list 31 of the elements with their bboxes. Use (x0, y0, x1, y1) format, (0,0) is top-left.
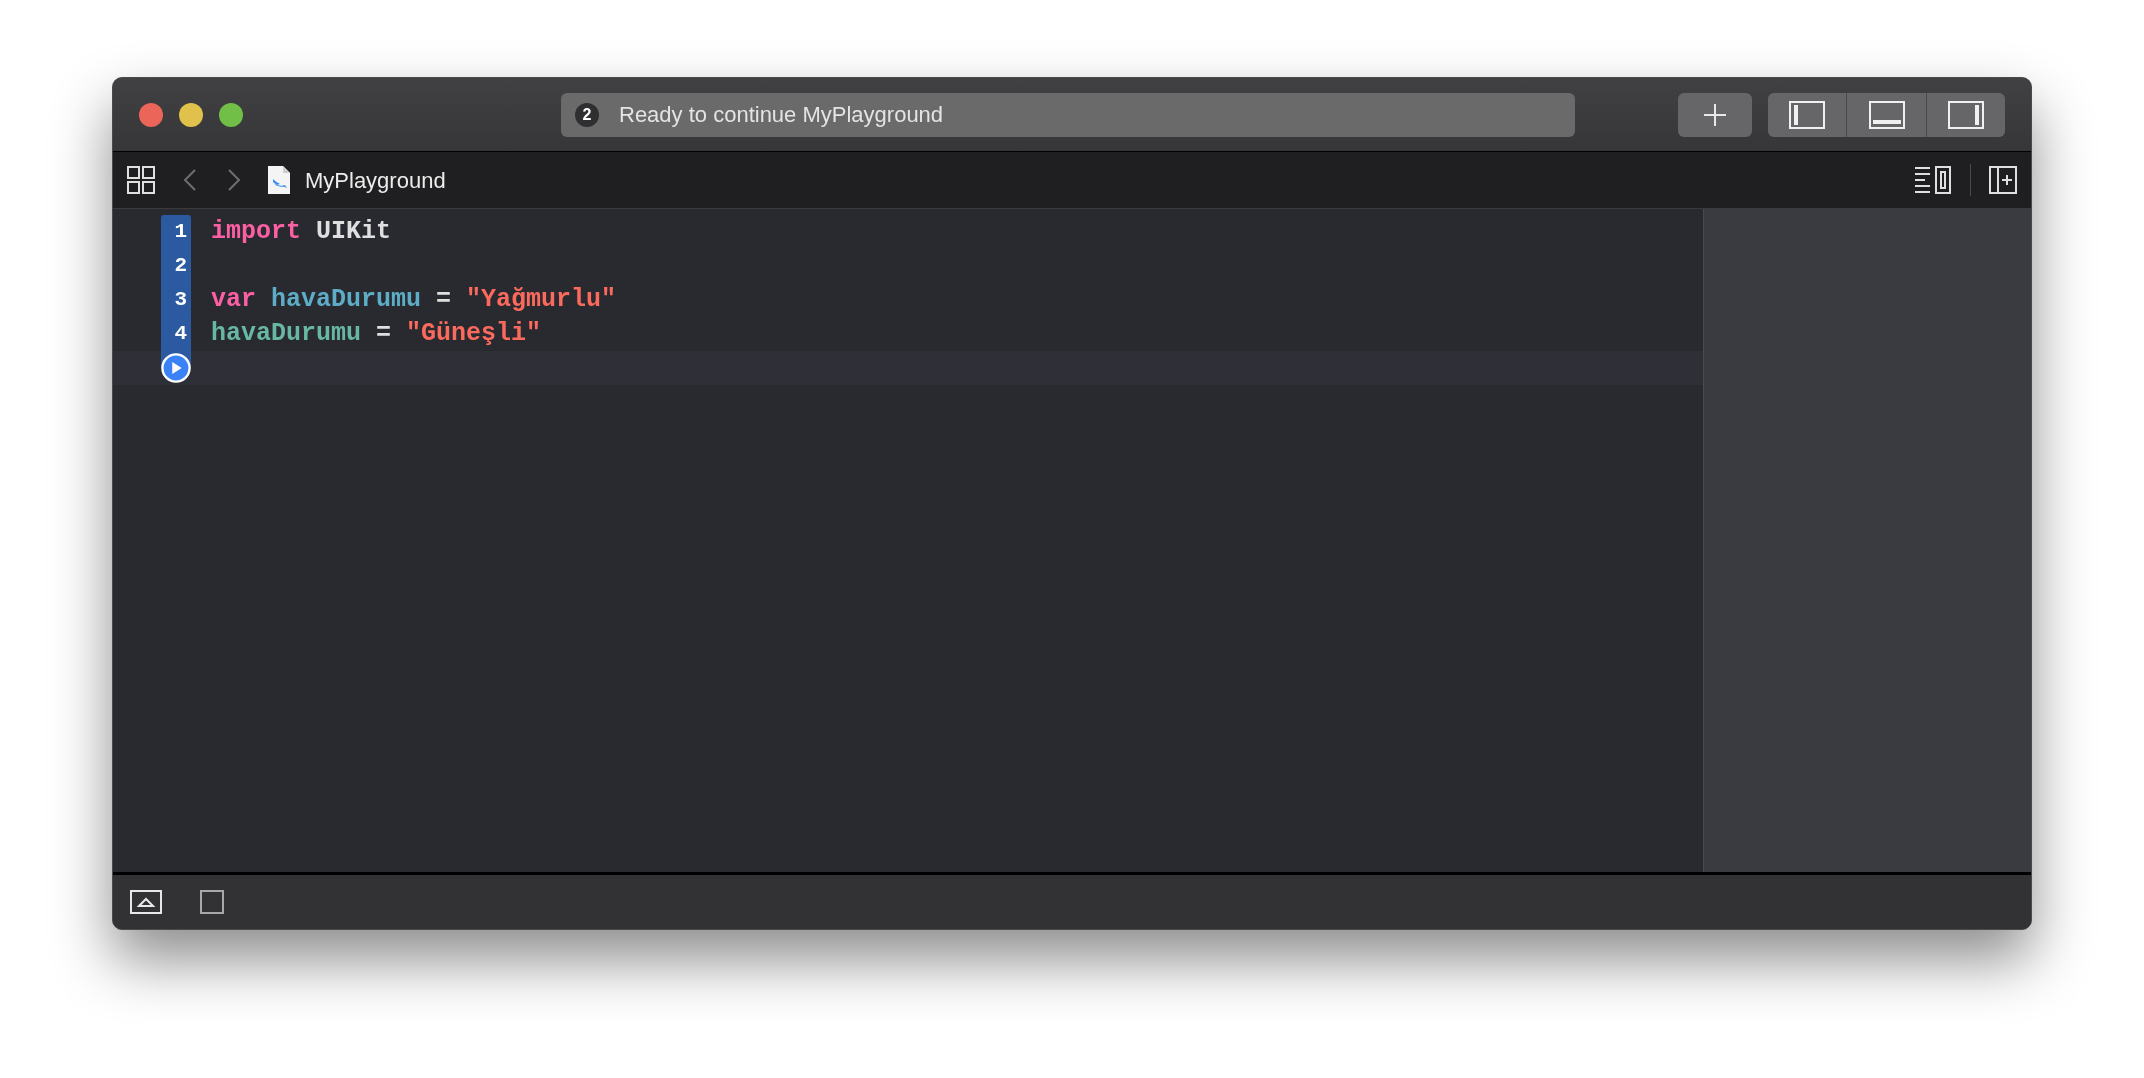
left-panel-icon (1789, 100, 1826, 129)
close-button[interactable] (139, 102, 163, 127)
bottom-panel-icon (1868, 100, 1905, 129)
status-text: Ready to continue MyPlayground (619, 101, 944, 129)
editor-options-icon[interactable] (1914, 166, 1952, 194)
minimize-button[interactable] (179, 102, 203, 127)
plus-icon (1703, 102, 1728, 127)
back-chevron-icon[interactable] (183, 168, 197, 192)
stop-square-icon[interactable] (200, 890, 224, 914)
add-button[interactable] (1677, 92, 1753, 137)
right-panel-toggle[interactable] (1926, 92, 2005, 137)
right-panel-icon (1947, 100, 1984, 129)
code-line: var havaDurumu = "Yağmurlu" (211, 284, 617, 317)
line-number: 1 (161, 215, 191, 249)
forward-chevron-icon[interactable] (227, 168, 241, 192)
add-editor-icon[interactable] (1989, 166, 2017, 194)
swift-file-icon (267, 165, 291, 195)
zoom-button[interactable] (219, 102, 243, 127)
issue-count-badge: 2 (575, 102, 599, 127)
line-number: 3 (161, 283, 191, 317)
bottom-panel-toggle[interactable] (1847, 92, 1926, 137)
line-number: 4 (161, 317, 191, 351)
line-number: 2 (161, 249, 191, 283)
grid-icon[interactable] (127, 166, 155, 194)
code-editor[interactable]: 1 import UIKit 2 3 var havaDurumu = "Yağmurlu" 4 havaDurumu = "Güneşli" (113, 209, 1703, 872)
code-line: havaDurumu = "Güneşli" (211, 318, 542, 351)
run-button-icon[interactable] (161, 352, 191, 384)
file-name[interactable]: MyPlayground (305, 163, 446, 197)
left-panel-toggle[interactable] (1768, 92, 1847, 137)
debug-area-toggle-icon[interactable] (130, 890, 162, 914)
code-line: import UIKit (211, 216, 392, 249)
